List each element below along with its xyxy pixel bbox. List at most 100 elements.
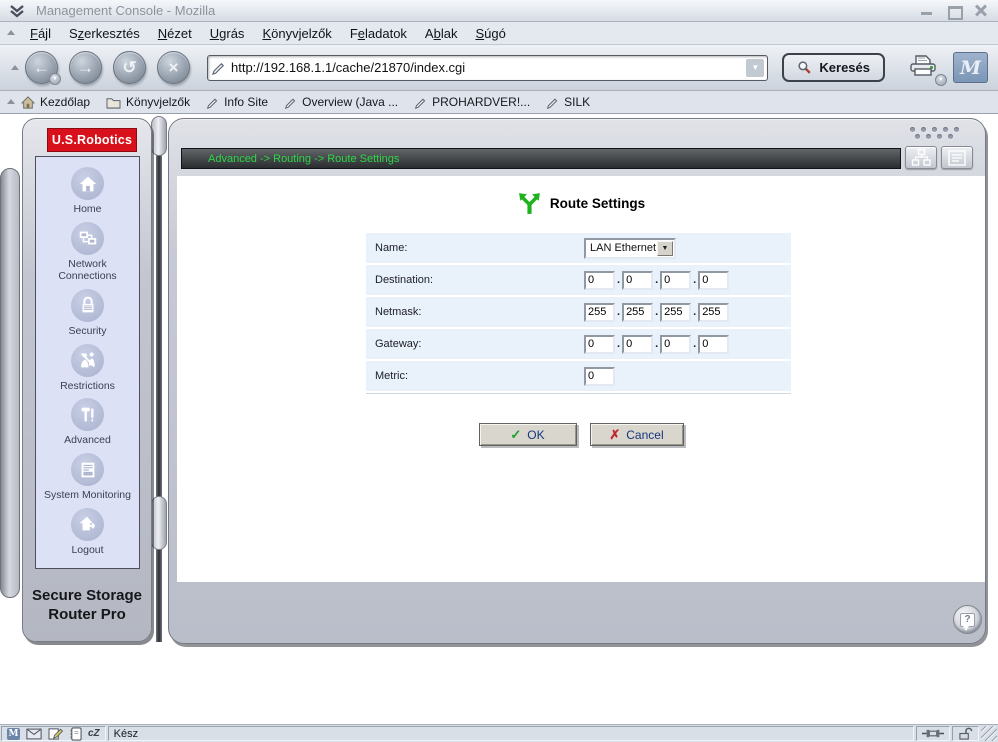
sidebar-item-label: Logout <box>71 543 104 556</box>
router-hinge-knob-top <box>151 116 167 156</box>
menu-edit[interactable]: Szerkesztés <box>60 24 149 43</box>
printer-icon <box>910 55 936 76</box>
compose-icon[interactable] <box>48 727 63 740</box>
minimize-button[interactable] <box>918 3 936 18</box>
reload-button[interactable]: ↺ <box>113 51 146 84</box>
menu-file[interactable]: Fájl <box>21 24 60 43</box>
destination-octet-1[interactable] <box>584 270 615 290</box>
bookmark-silk[interactable]: SILK <box>546 95 590 109</box>
form-row-destination: Destination: . . . <box>366 265 791 295</box>
bookmarksbar-grabber[interactable] <box>6 95 15 109</box>
sidebar-item-system-monitoring[interactable]: System Monitoring <box>38 453 137 501</box>
address-book-icon[interactable] <box>69 726 82 741</box>
sidebar-item-network-connections[interactable]: Network Connections <box>38 221 137 282</box>
router-bezel-left-ear <box>0 168 20 598</box>
navigation-toolbar: ← ▼ → ↺ × ▼ Keresés <box>0 45 998 91</box>
menu-view[interactable]: Nézet <box>149 24 201 43</box>
window-menu-icon[interactable] <box>8 4 26 18</box>
menu-tasks[interactable]: Feladatok <box>341 24 416 43</box>
usrobotics-logo: U.S.Robotics <box>47 128 137 152</box>
site-map-icon <box>911 148 931 166</box>
sidebar-item-advanced[interactable]: Advanced <box>38 398 137 446</box>
breadcrumb: Advanced -> Routing -> Route Settings <box>181 148 901 169</box>
sidebar-item-label: Restrictions <box>60 379 115 392</box>
netmask-octet-3[interactable] <box>660 302 692 322</box>
maximize-button[interactable] <box>945 3 963 20</box>
gateway-octet-4[interactable] <box>698 334 730 354</box>
name-select[interactable]: LAN Ethernet ▼ <box>584 237 676 259</box>
status-message-panel: Kész <box>107 726 914 741</box>
sidebar-item-label: System Monitoring <box>44 489 131 502</box>
bookmark-prohardver[interactable]: PROHARDVER!... <box>414 95 530 109</box>
bookmark-home[interactable]: Kezdőlap <box>21 95 90 109</box>
sidebar-item-logout[interactable]: Logout <box>38 507 137 556</box>
sidebar-item-restrictions[interactable]: Restrictions <box>38 343 137 392</box>
search-button[interactable]: Keresés <box>782 53 885 82</box>
menu-go-label-post: grás <box>219 25 245 41</box>
menu-help[interactable]: Súgó <box>466 24 514 43</box>
menu-window-label-post: lak <box>440 25 458 41</box>
destination-octet-4[interactable] <box>698 270 730 290</box>
sidebar-item-security[interactable]: Security <box>38 288 137 337</box>
menu-window[interactable]: Ablak <box>416 24 467 43</box>
gateway-octet-1[interactable] <box>584 334 615 354</box>
menu-tasks-label-post: ladatok <box>365 25 407 41</box>
stop-icon: × <box>168 57 179 77</box>
status-bar: M cZ Kész <box>0 724 998 742</box>
print-dropdown[interactable]: ▼ <box>935 74 947 86</box>
unlock-icon <box>959 727 973 740</box>
sidebar-item-home[interactable]: Home <box>38 167 137 215</box>
mail-icon[interactable] <box>26 728 42 740</box>
logout-icon <box>71 507 104 541</box>
site-map-button[interactable] <box>905 146 937 169</box>
menu-bookmarks[interactable]: Könyvjelzők <box>253 24 340 43</box>
stop-button[interactable]: × <box>157 51 190 84</box>
help-button[interactable]: ? <box>953 605 982 634</box>
bookmark-quill-icon[interactable] <box>211 60 226 75</box>
destination-octet-2[interactable] <box>622 270 654 290</box>
bookmark-overview[interactable]: Overview (Java ... <box>284 95 398 109</box>
online-status[interactable] <box>916 726 950 741</box>
mozilla-logo-letter: M <box>959 56 982 79</box>
chevron-down-icon: ▼ <box>657 240 673 256</box>
menu-go[interactable]: Ugrás <box>201 24 254 43</box>
url-dropdown-button[interactable]: ▼ <box>746 58 765 77</box>
resize-grip[interactable] <box>981 726 997 741</box>
cancel-button[interactable]: ✗ Cancel <box>589 423 684 446</box>
back-history-dropdown[interactable]: ▼ <box>49 73 61 85</box>
ok-button[interactable]: ✓ OK <box>478 423 577 446</box>
lock-icon <box>71 288 104 322</box>
window-title: Management Console - Mozilla <box>36 3 216 18</box>
gateway-label: Gateway: <box>375 338 422 350</box>
octet-separator: . <box>617 274 621 286</box>
site-list-button[interactable] <box>941 146 973 169</box>
octet-separator: . <box>655 306 659 318</box>
network-connections-icon <box>71 221 104 255</box>
netmask-octet-1[interactable] <box>584 302 615 322</box>
chatzilla-icon[interactable]: cZ <box>88 728 100 739</box>
vent-dots <box>910 127 959 139</box>
bookmark-folder-konyvjelzok[interactable]: Könyvjelzők <box>106 95 190 109</box>
destination-octet-3[interactable] <box>660 270 692 290</box>
metric-input[interactable] <box>584 366 615 386</box>
bookmarks-bar: Kezdőlap Könyvjelzők Info Site Overview … <box>0 91 998 114</box>
back-button[interactable]: ← ▼ <box>25 51 61 85</box>
back-icon: ← <box>33 57 50 77</box>
gateway-octet-3[interactable] <box>660 334 692 354</box>
help-icon: ? <box>960 612 975 631</box>
url-input[interactable] <box>226 60 747 75</box>
navigator-icon[interactable]: M <box>7 727 20 740</box>
bookmark-info-site[interactable]: Info Site <box>206 95 268 109</box>
gateway-octet-2[interactable] <box>622 334 654 354</box>
close-button[interactable] <box>972 3 990 18</box>
menubar-grabber[interactable] <box>6 26 15 40</box>
router-hinge <box>156 122 162 642</box>
netmask-octet-2[interactable] <box>622 302 654 322</box>
netmask-label: Netmask: <box>375 306 422 318</box>
print-button[interactable]: ▼ <box>907 52 947 86</box>
toolbar-grabber[interactable] <box>10 61 19 75</box>
forward-button[interactable]: → <box>69 51 102 84</box>
security-status[interactable] <box>952 726 979 741</box>
mozilla-logo[interactable]: M <box>953 52 988 83</box>
netmask-octet-4[interactable] <box>698 302 730 322</box>
